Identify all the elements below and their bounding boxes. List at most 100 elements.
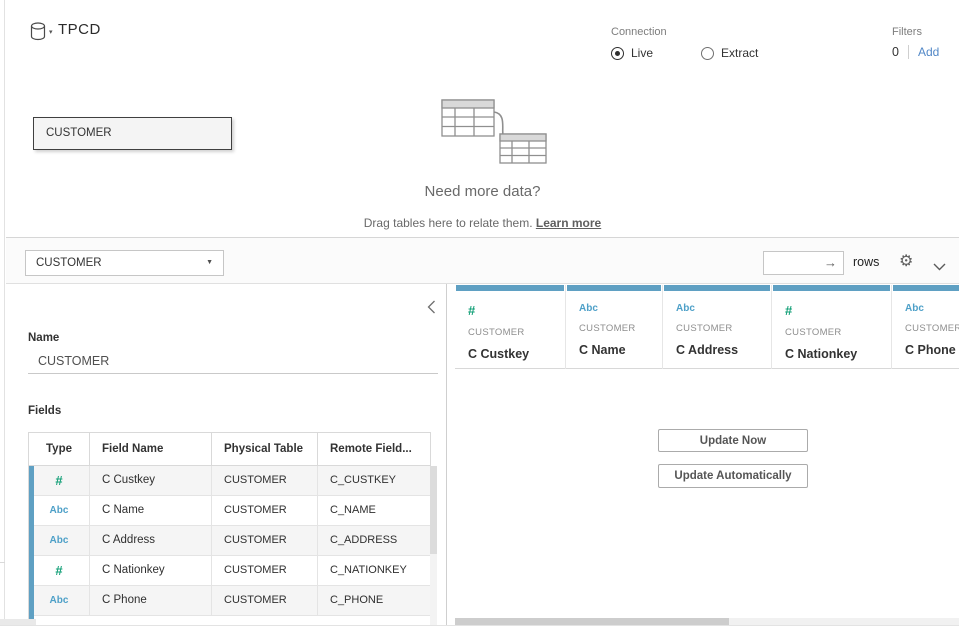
dropdown-caret-icon: ▼ (206, 259, 213, 266)
table-row[interactable]: # C Nationkey CUSTOMER C_NATIONKEY (29, 556, 430, 586)
selected-table-accent-bar (29, 466, 34, 625)
rows-label: rows (853, 255, 879, 269)
relationship-canvas: CUSTOMER Need more data? Dra (6, 90, 959, 237)
filters-add-link[interactable]: Add (918, 45, 939, 59)
field-name-cell: C Address (90, 526, 212, 555)
physical-table-cell: CUSTOMER (212, 586, 318, 615)
customer-table-chip[interactable]: CUSTOMER (33, 117, 232, 150)
remote-field-cell: C_NAME (318, 496, 430, 525)
field-name-cell: C Phone (90, 586, 212, 615)
update-automatically-button[interactable]: Update Automatically (658, 464, 808, 488)
radio-extract-label: Extract (721, 46, 758, 60)
column-table-caption: CUSTOMER (905, 323, 959, 334)
connection-group: Connection Live Extract (611, 26, 806, 60)
name-label: Name (28, 332, 59, 344)
radio-extract[interactable]: Extract (701, 46, 758, 60)
tableau-datasource-page: ▾ TPCD Connection Live Extract Filters 0 (0, 0, 959, 626)
grid-column-c-nationkey[interactable]: # CUSTOMER C Nationkey (772, 285, 892, 369)
field-metadata-panel: Name CUSTOMER Fields Type Field Name Phy… (5, 284, 447, 626)
column-field-name: C Custkey (468, 347, 559, 361)
remote-field-cell: C_ADDRESS (318, 526, 430, 555)
number-type-icon: # (785, 303, 885, 318)
field-name-cell: C Name (90, 496, 212, 525)
number-type-icon: # (55, 563, 62, 578)
learn-more-link[interactable]: Learn more (536, 216, 601, 230)
grid-column-c-custkey[interactable]: # CUSTOMER C Custkey (455, 285, 566, 369)
string-type-icon: Abc (50, 595, 69, 606)
grid-horizontal-scrollbar[interactable] (455, 618, 959, 625)
table-row[interactable]: Abc C Phone CUSTOMER C_PHONE (29, 586, 430, 616)
column-field-name: C Phone (905, 343, 959, 357)
fields-table-header: Type Field Name Physical Table Remote Fi… (29, 433, 430, 466)
col-header-physical-table[interactable]: Physical Table (212, 433, 318, 465)
radio-live-label: Live (631, 46, 653, 60)
column-table-caption: CUSTOMER (785, 327, 885, 338)
connection-options: Live Extract (611, 46, 806, 60)
column-table-caption: CUSTOMER (676, 323, 765, 334)
grid-toolbar: CUSTOMER ▼ → rows ⚙ (6, 237, 959, 284)
filters-label: Filters (892, 26, 939, 38)
data-grid-header-row: # CUSTOMER C Custkey Abc CUSTOMER C Name… (455, 285, 959, 369)
radio-extract-circle[interactable] (701, 47, 714, 60)
fields-table-scrollbar[interactable] (430, 466, 437, 625)
update-now-button[interactable]: Update Now (658, 429, 808, 452)
radio-live-circle[interactable] (611, 47, 624, 60)
column-field-name: C Nationkey (785, 347, 885, 361)
chevron-down-icon[interactable] (933, 258, 946, 276)
drag-tables-hint-text: Drag tables here to relate them. (364, 216, 536, 230)
column-field-name: C Name (579, 343, 656, 357)
string-type-icon: Abc (50, 505, 69, 516)
filters-separator (908, 45, 909, 59)
field-name-cell: C Custkey (90, 466, 212, 495)
remote-field-cell: C_CUSTKEY (318, 466, 430, 495)
column-table-caption: CUSTOMER (579, 323, 656, 334)
table-row[interactable]: # C Custkey CUSTOMER C_CUSTKEY (29, 466, 430, 496)
physical-table-cell: CUSTOMER (212, 526, 318, 555)
string-type-icon: Abc (50, 535, 69, 546)
string-type-icon: Abc (676, 303, 765, 314)
number-type-icon: # (468, 303, 559, 318)
grid-column-c-address[interactable]: Abc CUSTOMER C Address (663, 285, 772, 369)
scrollbar-thumb[interactable] (430, 466, 437, 554)
grid-column-c-name[interactable]: Abc CUSTOMER C Name (566, 285, 663, 369)
field-name-cell: C Nationkey (90, 556, 212, 585)
rows-count-input[interactable] (766, 252, 824, 274)
scrollbar-thumb[interactable] (455, 618, 729, 625)
col-header-type[interactable]: Type (29, 433, 90, 465)
column-field-name: C Address (676, 343, 765, 357)
collapse-panel-icon[interactable] (427, 300, 441, 314)
data-grid-panel: # CUSTOMER C Custkey Abc CUSTOMER C Name… (447, 284, 959, 626)
fields-label: Fields (28, 405, 61, 417)
drag-tables-hint: Drag tables here to relate them. Learn m… (6, 216, 959, 230)
string-type-icon: Abc (905, 303, 959, 314)
col-header-field-name[interactable]: Field Name (90, 433, 212, 465)
remote-field-cell: C_PHONE (318, 586, 430, 615)
need-more-data-title: Need more data? (6, 183, 959, 200)
col-header-remote-field[interactable]: Remote Field... (318, 433, 430, 465)
radio-live[interactable]: Live (611, 46, 653, 60)
datasource-title: TPCD (58, 21, 101, 38)
column-table-caption: CUSTOMER (468, 327, 559, 338)
top-header: ▾ TPCD Connection Live Extract Filters 0 (6, 0, 959, 90)
number-type-icon: # (55, 473, 62, 488)
fields-table: Type Field Name Physical Table Remote Fi… (28, 432, 431, 626)
table-selector-dropdown[interactable]: CUSTOMER ▼ (25, 250, 224, 276)
connection-label: Connection (611, 26, 806, 38)
gear-icon[interactable]: ⚙ (899, 251, 913, 271)
remote-field-cell: C_NATIONKEY (318, 556, 430, 585)
table-row[interactable]: Abc C Name CUSTOMER C_NAME (29, 496, 430, 526)
grid-column-c-phone[interactable]: Abc CUSTOMER C Phone (892, 285, 959, 369)
physical-table-cell: CUSTOMER (212, 496, 318, 525)
tables-relate-icon (434, 98, 549, 169)
filters-group: Filters 0 Add (892, 26, 939, 59)
database-icon[interactable]: ▾ (30, 22, 60, 44)
table-selector-value: CUSTOMER (36, 257, 102, 269)
name-field-value: CUSTOMER (38, 354, 109, 368)
string-type-icon: Abc (579, 303, 656, 314)
name-field[interactable]: CUSTOMER (28, 348, 438, 374)
rows-go-arrow-icon[interactable]: → (824, 255, 837, 270)
rows-input-wrap: → (763, 251, 844, 275)
physical-table-cell: CUSTOMER (212, 466, 318, 495)
table-row[interactable]: Abc C Address CUSTOMER C_ADDRESS (29, 526, 430, 556)
database-caret-icon: ▾ (49, 28, 53, 36)
